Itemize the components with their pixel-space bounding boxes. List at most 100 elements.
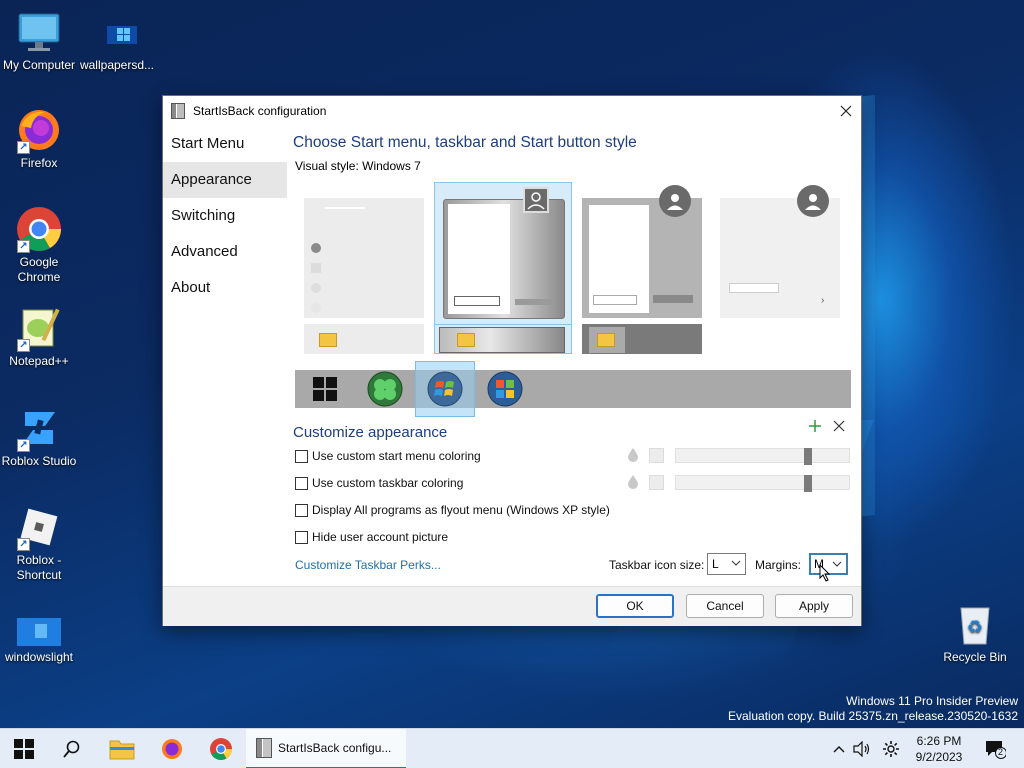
desktop-icon-label: Google Chrome	[17, 255, 61, 284]
windows-start-icon	[14, 739, 34, 759]
option-custom-start-menu-coloring[interactable]: Use custom start menu coloring	[295, 448, 481, 464]
appearance-panel: Choose Start menu, taskbar and Start but…	[287, 126, 863, 586]
nav-item-start-menu[interactable]: Start Menu	[163, 126, 287, 162]
desktop-icon-label: My Computer	[2, 58, 76, 72]
desktop-icon-label: Recycle Bin	[943, 650, 1007, 664]
style-preview-win8[interactable]	[582, 185, 702, 318]
taskbar-style-1[interactable]	[304, 324, 424, 354]
notification-count: 2	[998, 747, 1004, 757]
taskbar-icon-size-select[interactable]: L	[707, 553, 746, 575]
watermark-line-2: Evaluation copy. Build 25375.zn_release.…	[728, 709, 1018, 723]
start-button-vista-orb[interactable]	[475, 370, 535, 408]
desktop-icon-roblox-studio[interactable]: ↗ Roblox Studio	[0, 404, 78, 469]
recycle-bin-icon: ♻	[951, 600, 999, 648]
folder-icon	[597, 333, 615, 347]
windows-logo-icon	[93, 8, 141, 56]
taskbar-file-explorer[interactable]	[98, 729, 146, 768]
show-hidden-icons-button[interactable]	[828, 729, 850, 768]
desktop-icon-windowslight[interactable]: windowslight	[0, 616, 78, 665]
color-picker-icon[interactable]	[627, 448, 639, 462]
user-avatar-icon	[523, 187, 549, 213]
visual-style-label: Visual style: Windows 7	[295, 159, 421, 173]
section-heading: Choose Start menu, taskbar and Start but…	[293, 134, 637, 151]
roblox-icon: ↗	[15, 503, 63, 551]
remove-button[interactable]	[831, 418, 847, 434]
customize-heading: Customize appearance	[293, 424, 448, 441]
startisback-app-icon	[171, 103, 185, 119]
slider-thumb[interactable]	[804, 475, 812, 492]
close-icon	[833, 420, 845, 432]
taskbar-icon-size-label: Taskbar icon size:	[609, 558, 705, 572]
shortcut-arrow-icon: ↗	[17, 240, 30, 253]
checkbox[interactable]	[295, 449, 308, 463]
start-button-win10[interactable]	[295, 370, 355, 408]
option-hide-user-picture[interactable]: Hide user account picture	[295, 529, 448, 545]
user-avatar-icon	[797, 185, 829, 217]
desktop-icon-chrome[interactable]: ↗ Google Chrome	[0, 205, 78, 285]
ok-button[interactable]: OK	[596, 594, 674, 618]
start-button[interactable]	[0, 729, 48, 768]
cancel-button[interactable]: Cancel	[686, 594, 764, 618]
taskbar-style-2[interactable]	[434, 324, 572, 354]
nav-item-appearance[interactable]: Appearance	[163, 162, 287, 198]
checkbox[interactable]	[295, 503, 308, 517]
start-button-win7-orb[interactable]	[415, 361, 475, 417]
notification-center-button[interactable]: 2	[978, 729, 1012, 768]
desktop-icon-label: Firefox	[20, 156, 58, 170]
settings-button[interactable]	[878, 729, 904, 768]
option-flyout-all-programs[interactable]: Display All programs as flyout menu (Win…	[295, 502, 610, 518]
checkbox[interactable]	[295, 476, 308, 490]
style-preview-win11[interactable]: ›	[720, 185, 840, 318]
style-preview-win7[interactable]	[434, 182, 572, 327]
clock-date: 9/2/2023	[915, 750, 963, 764]
taskbar-chrome[interactable]	[197, 729, 245, 768]
desktop-icon-my-computer[interactable]: My Computer	[0, 8, 78, 73]
user-avatar-icon	[659, 185, 691, 217]
chrome-icon: ↗	[15, 205, 63, 253]
option-custom-taskbar-coloring[interactable]: Use custom taskbar coloring	[295, 475, 463, 491]
color-swatch[interactable]	[649, 475, 664, 490]
chevron-up-icon	[833, 746, 845, 753]
customize-taskbar-perks-link[interactable]: Customize Taskbar Perks...	[295, 558, 441, 572]
style-preview-win10[interactable]	[304, 198, 424, 318]
os-watermark: Windows 11 Pro Insider Preview Evaluatio…	[728, 694, 1018, 724]
nav-item-about[interactable]: About	[163, 270, 287, 306]
taskbar-firefox[interactable]	[148, 729, 196, 768]
plus-icon	[809, 420, 821, 432]
folder-icon	[109, 740, 135, 760]
slider-thumb[interactable]	[804, 448, 812, 465]
desktop-icon-wallpapersd[interactable]: wallpapersd...	[78, 8, 156, 73]
clover-orb-icon	[367, 371, 403, 407]
watermark-line-1: Windows 11 Pro Insider Preview	[846, 694, 1018, 708]
desktop-icon-label: Roblox - Shortcut	[16, 553, 62, 582]
desktop-icon-notepadpp[interactable]: ↗ Notepad++	[0, 304, 78, 369]
add-button[interactable]	[807, 418, 823, 434]
desktop-icon-label: Notepad++	[9, 354, 69, 368]
startisback-app-icon	[256, 738, 272, 758]
taskbar: StartIsBack configu... 6:26 PM 9/2/2023 …	[0, 728, 1024, 768]
checkbox[interactable]	[295, 530, 308, 544]
taskbar-style-3[interactable]	[582, 324, 702, 354]
color-picker-icon[interactable]	[627, 475, 639, 489]
search-button[interactable]	[48, 729, 96, 768]
close-button[interactable]	[831, 96, 861, 126]
color-swatch[interactable]	[649, 448, 664, 463]
windows-light-icon	[15, 616, 63, 648]
shortcut-arrow-icon: ↗	[17, 339, 30, 352]
volume-button[interactable]	[850, 729, 874, 768]
transparency-slider[interactable]	[675, 475, 850, 492]
desktop-icon-firefox[interactable]: ↗ Firefox	[0, 106, 78, 171]
option-label: Display All programs as flyout menu (Win…	[312, 503, 610, 517]
desktop-icon-roblox[interactable]: ↗ Roblox - Shortcut	[0, 503, 78, 583]
desktop-icon-label: windowslight	[4, 650, 74, 664]
apply-button[interactable]: Apply	[775, 594, 853, 618]
dialog-titlebar[interactable]: StartIsBack configuration	[163, 96, 861, 126]
taskbar-clock[interactable]: 6:26 PM 9/2/2023	[906, 733, 972, 765]
chevron-down-icon	[832, 561, 842, 567]
nav-item-switching[interactable]: Switching	[163, 198, 287, 234]
taskbar-app-startisback[interactable]: StartIsBack configu...	[246, 729, 406, 768]
desktop-icon-recycle-bin[interactable]: ♻ Recycle Bin	[936, 600, 1014, 665]
start-button-clover[interactable]	[355, 370, 415, 408]
transparency-slider[interactable]	[675, 448, 850, 465]
nav-item-advanced[interactable]: Advanced	[163, 234, 287, 270]
